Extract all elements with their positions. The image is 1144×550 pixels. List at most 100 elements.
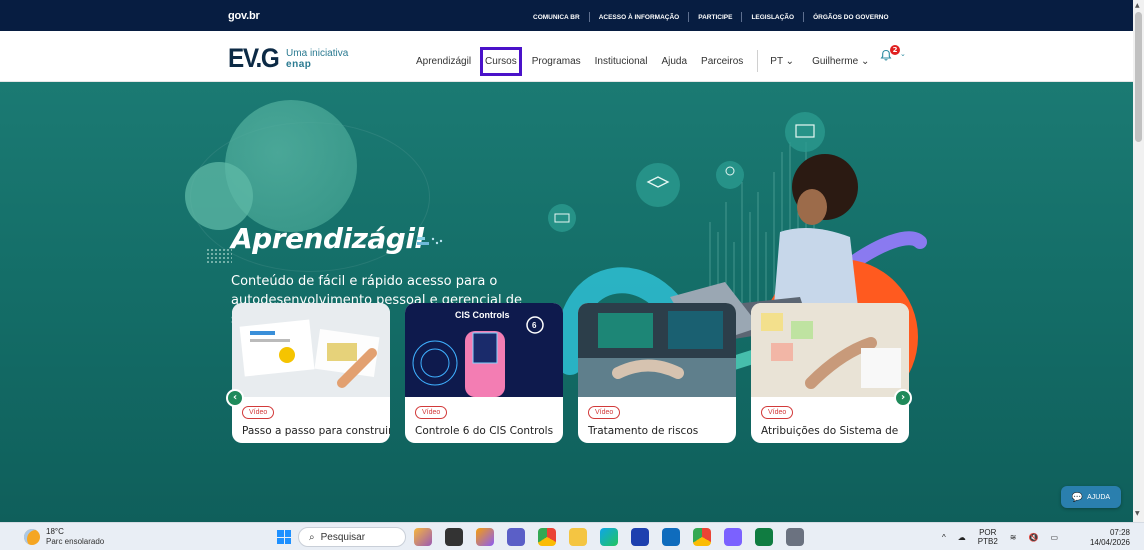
nav-aprendizagil[interactable]: Aprendizágil	[416, 56, 471, 67]
notification-count-badge: 2	[890, 45, 900, 55]
copilot-icon[interactable]	[476, 528, 494, 546]
chevron-down-icon: ⌄	[860, 55, 870, 67]
clock-time: 07:28	[1109, 528, 1130, 537]
thumb-number: 6	[532, 321, 537, 330]
scroll-down-icon[interactable]: ▼	[1135, 510, 1140, 517]
nav-ajuda[interactable]: Ajuda	[661, 56, 687, 67]
gov-links: COMUNICA BR ACESSO À INFORMAÇÃO PARTICIP…	[524, 12, 898, 22]
windows-start-icon[interactable]	[277, 530, 291, 544]
course-thumbnail	[232, 303, 390, 397]
brand-name: EV.G	[228, 43, 280, 73]
chevron-right-icon: ›	[900, 392, 906, 403]
nav-institucional[interactable]: Institucional	[595, 56, 648, 67]
store-icon[interactable]	[631, 528, 649, 546]
taskbar-search[interactable]: ⌕ Pesquisar	[298, 527, 406, 547]
windows-taskbar: 18°C Parc ensolarado ⌕ Pesquisar ^ ☁ POR…	[0, 522, 1144, 550]
video-badge: Vídeo	[415, 406, 448, 419]
nav-cursos[interactable]: Cursos	[480, 46, 522, 76]
gov-link-participe[interactable]: PARTICIPE	[689, 14, 741, 21]
course-card[interactable]: Vídeo Passo a passo para construir	[232, 303, 390, 443]
title-decoration-icon	[417, 237, 443, 245]
chevron-up-icon[interactable]: ^	[942, 533, 946, 542]
language-select[interactable]: PT ⌄	[770, 56, 794, 67]
tagline-text: Uma iniciativa	[286, 47, 349, 59]
chrome-profile-icon[interactable]	[693, 528, 711, 546]
course-card[interactable]: 6 CIS Controls Vídeo Controle 6 do CIS C…	[405, 303, 563, 443]
battery-icon[interactable]: ▭	[1050, 533, 1058, 542]
language-value: PT	[770, 55, 783, 67]
wifi-icon[interactable]: ≋	[1010, 533, 1017, 542]
evg-logo[interactable]: EV.G Uma iniciativa enap	[228, 43, 348, 74]
weather-condition: Parc ensolarado	[46, 537, 105, 546]
taskbar-clock[interactable]: 07:28 14/04/2026	[1082, 528, 1130, 548]
chevron-down-icon: ⌄	[785, 55, 795, 67]
hero-banner: Aprendizágil Conteúdo de fácil e rápido …	[0, 82, 1133, 522]
course-title: Controle 6 do CIS Controls	[415, 425, 554, 437]
course-card[interactable]: Vídeo Tratamento de riscos	[578, 303, 736, 443]
site-header: EV.G Uma iniciativa enap Aprendizágil Cu…	[0, 31, 1133, 82]
input-language[interactable]: POR PTB2	[978, 528, 998, 546]
carousel-next-button[interactable]: ›	[894, 389, 912, 407]
page-scrollbar[interactable]: ▲ ▼	[1133, 0, 1144, 522]
system-tray: ^ ☁ POR PTB2 ≋ 🔇 ▭	[942, 528, 1070, 546]
outlook-icon[interactable]	[662, 528, 680, 546]
course-card[interactable]: Vídeo Atribuições do Sistema de	[751, 303, 909, 443]
weather-temp: 18°C	[46, 527, 64, 536]
chat-icon: 💬	[1071, 491, 1084, 502]
calculator-icon[interactable]	[786, 528, 804, 546]
widgets-icon[interactable]	[414, 528, 432, 546]
gov-link-acesso[interactable]: ACESSO À INFORMAÇÃO	[590, 14, 689, 21]
course-thumbnail	[751, 303, 909, 397]
thumb-title: CIS Controls	[455, 310, 510, 320]
gov-bar: gov.br COMUNICA BR ACESSO À INFORMAÇÃO P…	[0, 0, 1133, 31]
nav-programas[interactable]: Programas	[532, 56, 581, 67]
user-menu[interactable]: Guilherme ⌄	[812, 56, 869, 67]
excel-icon[interactable]	[755, 528, 773, 546]
teams-icon[interactable]	[507, 528, 525, 546]
gov-link-legislacao[interactable]: LEGISLAÇÃO	[742, 14, 803, 21]
keyboard-layout: PTB2	[977, 537, 998, 546]
help-label: AJUDA	[1087, 493, 1111, 501]
nav-parceiros[interactable]: Parceiros	[701, 56, 743, 67]
enap-logo-text: enap	[286, 58, 312, 70]
search-placeholder: Pesquisar	[320, 531, 366, 543]
course-thumbnail	[578, 303, 736, 397]
course-title: Passo a passo para construir	[242, 425, 390, 437]
user-name: Guilherme	[812, 55, 859, 67]
hero-title: Aprendizágil	[231, 222, 424, 255]
scrollbar-thumb[interactable]	[1135, 12, 1142, 142]
course-title: Tratamento de riscos	[588, 425, 699, 437]
divider	[757, 50, 759, 72]
main-nav: Aprendizágil Cursos Programas Institucio…	[416, 46, 887, 76]
weather-widget[interactable]: 18°C Parc ensolarado	[24, 527, 104, 547]
clock-date: 14/04/2026	[1089, 538, 1130, 547]
edge-icon[interactable]	[600, 528, 618, 546]
decorative-circle	[185, 162, 253, 230]
notifications-button[interactable]: 2 ⌄	[880, 44, 910, 66]
file-explorer-icon[interactable]	[569, 528, 587, 546]
carousel-prev-button[interactable]: ‹	[226, 389, 244, 407]
hero-illustration	[548, 112, 927, 436]
language-code: POR	[979, 528, 997, 537]
onedrive-icon[interactable]: ☁	[958, 533, 966, 542]
course-title: Atribuições do Sistema de	[761, 425, 899, 437]
scroll-up-icon[interactable]: ▲	[1135, 2, 1140, 9]
search-icon: ⌕	[309, 531, 315, 543]
chevron-left-icon: ‹	[232, 392, 238, 403]
video-badge: Vídeo	[242, 406, 275, 419]
help-chat-button[interactable]: 💬 AJUDA	[1061, 486, 1121, 508]
course-thumbnail: 6 CIS Controls	[405, 303, 563, 397]
video-badge: Vídeo	[588, 406, 621, 419]
speaker-muted-icon[interactable]: 🔇	[1028, 533, 1038, 542]
gov-link-comunica[interactable]: COMUNICA BR	[524, 14, 589, 21]
govbr-logo[interactable]: gov.br	[228, 10, 260, 22]
task-view-icon[interactable]	[445, 528, 463, 546]
taskbar-apps	[414, 528, 817, 546]
weather-text: 18°C Parc ensolarado	[46, 527, 104, 547]
decorative-dots	[206, 248, 232, 264]
chevron-down-icon: ⌄	[900, 50, 906, 58]
chrome-icon[interactable]	[538, 528, 556, 546]
gov-link-orgaos[interactable]: ÓRGÃOS DO GOVERNO	[804, 14, 897, 21]
partly-sunny-icon	[24, 529, 40, 545]
messenger-icon[interactable]	[724, 528, 742, 546]
